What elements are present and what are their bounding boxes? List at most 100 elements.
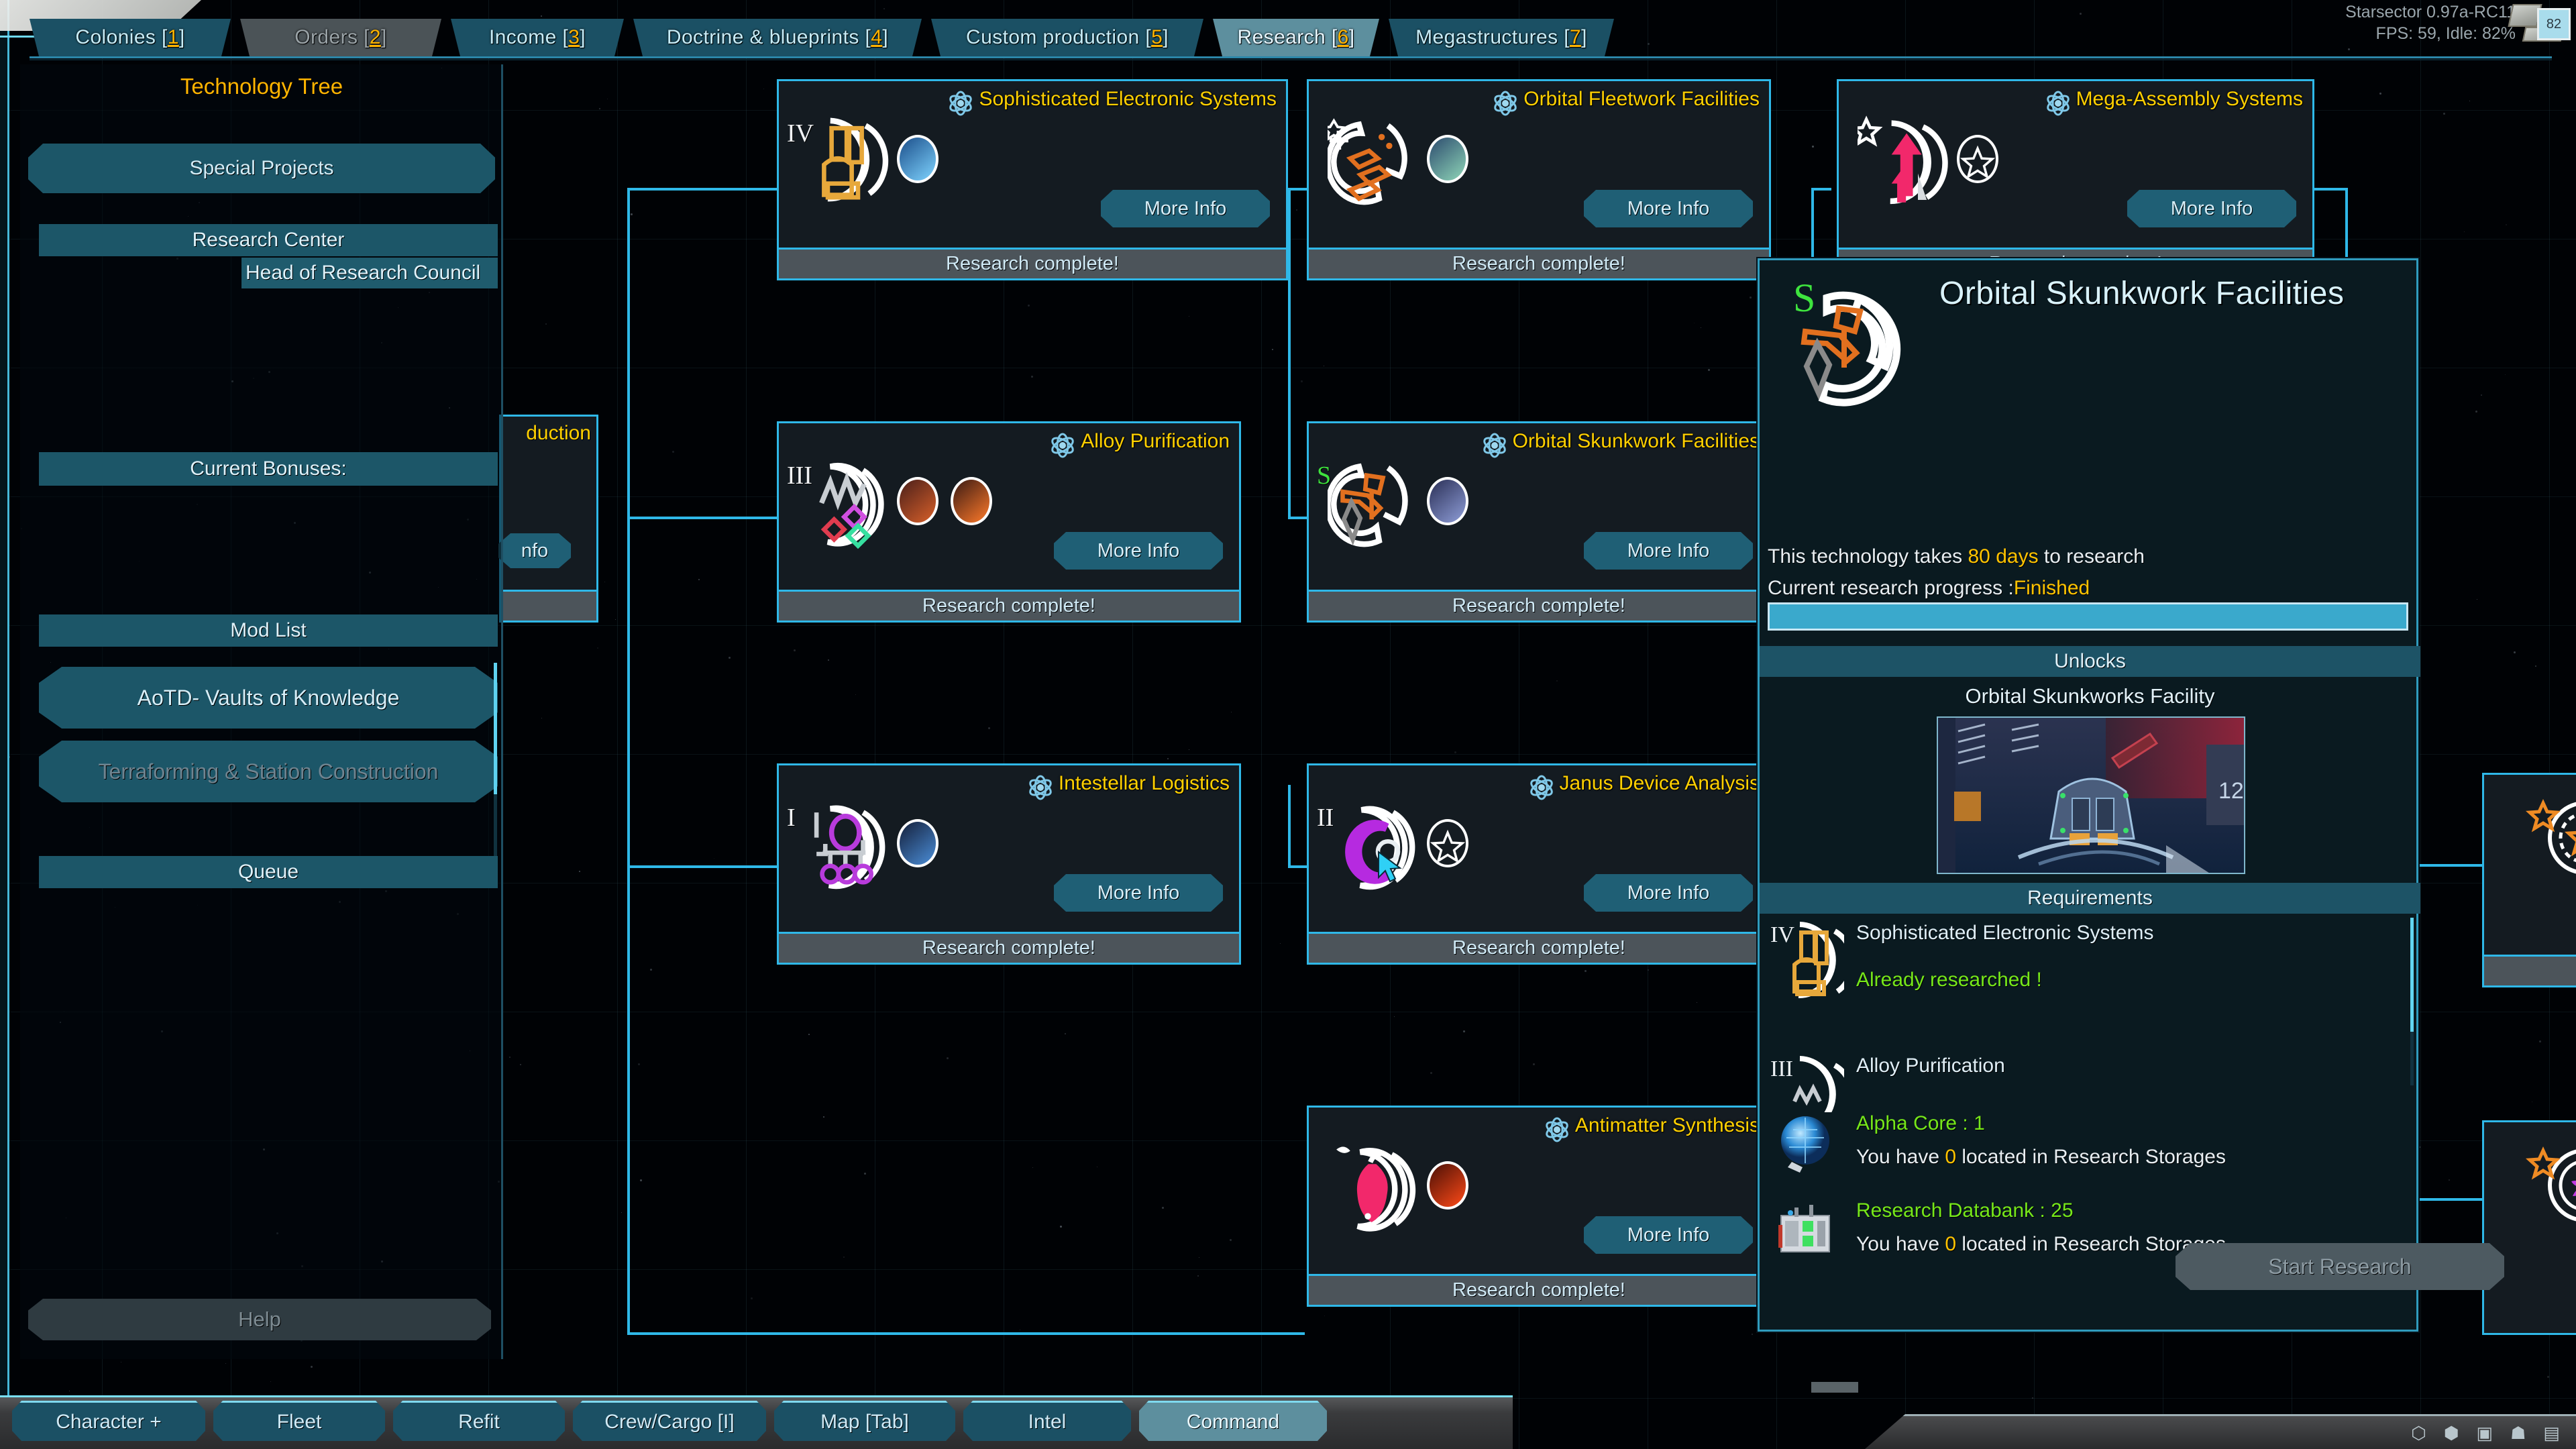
tab-label: Research [: [1237, 26, 1338, 48]
fuel-icon: ⬢: [2443, 1423, 2459, 1443]
unlock-item-name: Orbital Skunkworks Facility: [1965, 684, 2215, 708]
more-info-button[interactable]: More Info: [1101, 190, 1270, 227]
tech-node-sophisticated-electronic-systems[interactable]: Sophisticated Electronic Systems IV More …: [777, 79, 1288, 280]
tab-colonies[interactable]: Colonies [1]: [30, 19, 231, 56]
time-suffix: to research: [2038, 545, 2145, 568]
unlock-thumbnail: [897, 477, 938, 525]
unlocks-section-header: Unlocks: [1760, 646, 2420, 677]
tab-hotkey: 5: [1151, 26, 1163, 48]
tech-node-orbital-fleetwork-facilities[interactable]: Orbital Fleetwork Facilities More Info Re…: [1307, 79, 1771, 280]
unlock-thumbnail: [1427, 135, 1468, 183]
research-progress-line: Current research progress :Finished: [1768, 577, 2090, 600]
unlock-thumbnail-star: [1957, 135, 1998, 183]
left-rail: [0, 0, 9, 1449]
right-partial-1-status-bar: [2484, 955, 2576, 985]
bottom-button-intel[interactable]: Intel: [963, 1401, 1131, 1441]
more-info-button[interactable]: More Info: [1584, 532, 1753, 570]
tech-node-orbital-skunkwork-facilities[interactable]: Orbital Skunkwork Facilities S More Info R…: [1307, 421, 1771, 623]
tab-label: Custom production [: [966, 26, 1152, 48]
databank-have-prefix: You have: [1856, 1233, 1945, 1255]
tech-node-title: Orbital Skunkwork Facilities: [1512, 430, 1760, 452]
bottom-button-fleet[interactable]: Fleet: [213, 1401, 385, 1441]
research-databank-have-line: You have 0 located in Research Storages: [1856, 1233, 2226, 1256]
tech-detail-panel: S Orbital Skunkwork Facilities This tech…: [1758, 258, 2418, 1332]
more-info-button[interactable]: More Info: [1584, 874, 1753, 912]
bottom-mini-tab[interactable]: [1811, 1382, 1858, 1393]
hidden-node-more-info-button[interactable]: nfo: [498, 533, 571, 568]
atom-icon: [1029, 775, 1052, 800]
tech-tier-label: I: [787, 804, 796, 832]
alpha-core-have-suffix: located in Research Storages: [1956, 1146, 2226, 1168]
research-center-header: Research Center: [39, 224, 498, 256]
atom-icon: [1494, 91, 1517, 116]
crew-icon: ☗: [2510, 1423, 2526, 1443]
tab-custom-production[interactable]: Custom production [5]: [931, 19, 1203, 56]
bottom-button-label: Fleet: [276, 1410, 322, 1433]
tech-node-alloy-purification[interactable]: Alloy Purification III More Info Research …: [777, 421, 1241, 623]
tier-3-tech-icon: III: [1770, 1056, 1844, 1112]
mod-list-scrollbar-thumb[interactable]: [494, 663, 497, 794]
more-info-button[interactable]: More Info: [1584, 1216, 1753, 1254]
mod-item-vaults-of-knowledge[interactable]: AoTD- Vaults of Knowledge: [39, 667, 498, 729]
tech-node-title: Janus Device Analysis: [1559, 772, 1760, 794]
tab-label-close: ]: [380, 26, 387, 48]
tech-node-right-partial-1[interactable]: [2482, 773, 2576, 987]
tab-hotkey: 3: [568, 26, 580, 48]
progress-label: Current research progress :: [1768, 577, 2014, 599]
atom-icon: [1529, 775, 1553, 800]
research-status-label: Research complete!: [779, 932, 1239, 963]
tab-doctrine-blueprints[interactable]: Doctrine & blueprints [4]: [633, 19, 922, 56]
bottom-button-character[interactable]: Character +: [12, 1401, 205, 1441]
bottom-button-refit[interactable]: Refit: [393, 1401, 565, 1441]
research-status-label: Research complete!: [779, 248, 1286, 278]
tab-label: Colonies [: [75, 26, 168, 48]
more-info-button[interactable]: More Info: [1054, 532, 1223, 570]
tech-glyph-intestellar-logistics-icon: [814, 805, 885, 890]
help-button[interactable]: Help: [28, 1299, 491, 1340]
tab-label-close: ]: [882, 26, 889, 48]
research-status-label: Research complete!: [1309, 932, 1769, 963]
more-info-button[interactable]: More Info: [1584, 190, 1753, 227]
atom-icon: [1483, 433, 1506, 458]
tab-hotkey: 4: [871, 26, 883, 48]
partially-hidden-tech-node[interactable]: duction nfo: [499, 415, 598, 623]
tab-label-close: ]: [580, 26, 586, 48]
alpha-core-label: Alpha Core : 1: [1856, 1112, 1985, 1134]
special-projects-button[interactable]: Special Projects: [28, 144, 495, 193]
credits-icon: ⬡: [2411, 1423, 2426, 1443]
head-of-research-council-label: Head of Research Council: [241, 258, 498, 288]
atom-icon: [1546, 1117, 1568, 1142]
mod-item-terraforming[interactable]: Terraforming & Station Construction: [39, 741, 498, 802]
bottom-bar-icon-group: ⬡ ⬢ ▣ ☗ ▤: [2411, 1423, 2560, 1444]
research-databank-label: Research Databank : 25: [1856, 1199, 2074, 1222]
svg-text:IV: IV: [1770, 922, 1794, 947]
tab-megastructures[interactable]: Megastructures [7]: [1389, 19, 1614, 56]
more-info-button[interactable]: More Info: [2127, 190, 2296, 227]
requirements-scrollbar-thumb[interactable]: [2410, 918, 2414, 1032]
research-progress-fill: [1770, 604, 2406, 629]
tech-node-intestellar-logistics[interactable]: Intestellar Logistics I More Info Research…: [777, 763, 1241, 965]
more-info-button[interactable]: More Info: [1054, 874, 1223, 912]
svg-text:S: S: [1793, 279, 1815, 320]
unlock-thumbnail: [897, 135, 938, 183]
tab-research[interactable]: Research [6]: [1213, 19, 1379, 56]
supplies-icon: ▣: [2476, 1423, 2493, 1443]
bottom-button-label: Character +: [56, 1410, 162, 1433]
tech-node-right-partial-2[interactable]: [2482, 1120, 2576, 1335]
tech-node-mega-assembly-systems[interactable]: Mega-Assembly Systems More InfoResearch …: [1837, 79, 2314, 280]
requirement-row-2: III Alloy Purification: [1760, 1052, 2420, 1112]
tab-income[interactable]: Income [3]: [451, 19, 624, 56]
bottom-button-crew-cargo-i[interactable]: Crew/Cargo [I]: [573, 1401, 766, 1441]
tab-orders[interactable]: Orders [2]: [240, 19, 441, 56]
unlock-thumbnail-star: [1427, 819, 1468, 867]
tech-node-janus-device-analysis[interactable]: Janus Device Analysis II More Info Researc…: [1307, 763, 1771, 965]
tech-node-antimatter-synthesis[interactable]: Antimatter Synthesis More Info Research c…: [1307, 1106, 1771, 1307]
start-research-button[interactable]: Start Research: [2176, 1243, 2504, 1290]
bottom-button-map-tab[interactable]: Map [Tab]: [774, 1401, 955, 1441]
bottom-button-command[interactable]: Command: [1139, 1401, 1327, 1441]
tech-glyph-orbital-skunkwork-facilities-icon: [1328, 463, 1408, 547]
unlock-thumbnail: [951, 477, 992, 525]
unlock-preview-image: 12: [1937, 716, 2245, 874]
alpha-core-icon: [1781, 1116, 1829, 1173]
tab-label-close: ]: [178, 26, 185, 48]
